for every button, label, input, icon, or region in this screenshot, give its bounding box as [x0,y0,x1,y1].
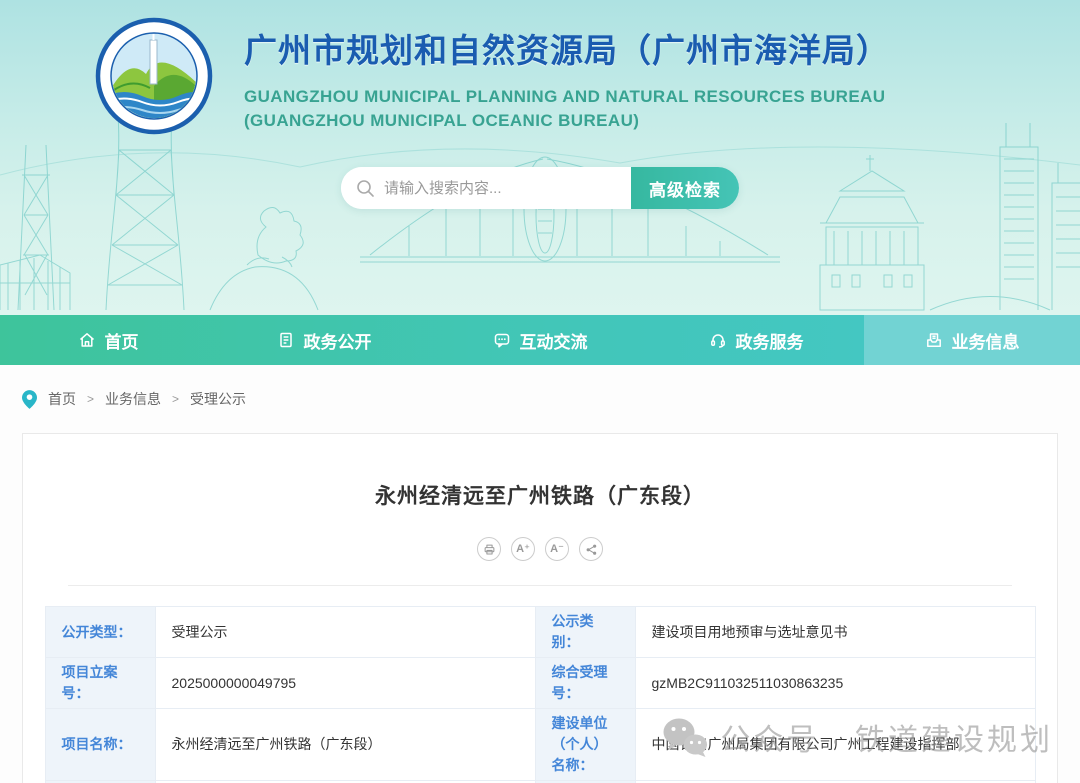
field-value: 受理公示 [155,607,535,658]
divider [68,585,1012,586]
breadcrumb-separator: > [172,392,179,406]
home-icon [78,331,96,349]
project-info-table: 公开类型： 受理公示 公示类别： 建设项目用地预审与选址意见书 项目立案号： 2… [45,606,1036,783]
nav-label: 政务服务 [736,328,804,353]
nav-label: 政务公开 [304,328,372,353]
main-nav: 首页 政务公开 互动交流 政务服务 [0,315,1080,365]
search-input-wrap [341,167,631,209]
breadcrumb-item-business-info[interactable]: 业务信息 [105,389,161,409]
nav-label: 首页 [105,328,139,353]
field-label: 项目名称： [45,709,155,781]
document-icon [277,331,295,349]
nav-item-business-info[interactable]: 业务信息 [864,315,1080,365]
nav-label: 互动交流 [520,328,588,353]
site-header: 广州市规划和自然资源局（广州市海洋局） GUANGZHOU MUNICIPAL … [0,0,1080,315]
search-bar: 高级检索 [341,167,739,209]
nav-label: 业务信息 [952,328,1020,353]
breadcrumb-item-current: 受理公示 [190,389,246,409]
field-label: 综合受理号： [535,658,635,709]
advanced-search-button[interactable]: 高级检索 [631,167,739,209]
field-label: 项目立案号： [45,658,155,709]
table-row: 项目名称： 永州经清远至广州铁路（广东段） 建设单位（个人）名称： 中国铁路广州… [45,709,1035,781]
field-label: 公示类别： [535,607,635,658]
search-icon [356,179,375,198]
article-card: 永州经清远至广州铁路（广东段） A⁺ A⁻ 公开类型： 受理公示 公示类别： 建… [22,433,1058,783]
field-value: 建设项目用地预审与选址意见书 [635,607,1035,658]
site-subtitle-en-1: GUANGZHOU MUNICIPAL PLANNING AND NATURAL… [244,87,890,107]
inbox-icon [925,331,943,349]
headset-icon [709,331,727,349]
table-row: 项目立案号： 2025000000049795 综合受理号： gzMB2C911… [45,658,1035,709]
field-value: 中国铁路广州局集团有限公司广州工程建设指挥部 [635,709,1035,781]
chat-icon [493,331,511,349]
field-label: 公开类型： [45,607,155,658]
nav-item-home[interactable]: 首页 [0,315,216,365]
field-value: gzMB2C911032511030863235 [635,658,1035,709]
city-skyline-illustration [0,105,1080,315]
field-value: 2025000000049795 [155,658,535,709]
location-pin-icon [22,390,37,409]
site-title: 广州市规划和自然资源局（广州市海洋局） [244,24,890,72]
nav-item-government-services[interactable]: 政务服务 [648,315,864,365]
search-input[interactable] [384,180,631,197]
breadcrumb: 首页 > 业务信息 > 受理公示 [0,365,1080,433]
table-row: 公开类型： 受理公示 公示类别： 建设项目用地预审与选址意见书 [45,607,1035,658]
article-toolbar: A⁺ A⁻ [23,537,1057,561]
field-label: 建设单位（个人）名称： [535,709,635,781]
font-decrease-button[interactable]: A⁻ [545,537,569,561]
printer-icon [483,543,496,556]
share-button[interactable] [579,537,603,561]
site-brand: 广州市规划和自然资源局（广州市海洋局） GUANGZHOU MUNICIPAL … [94,16,890,136]
site-subtitle-en-2: (GUANGZHOU MUNICIPAL OCEANIC BUREAU) [244,111,890,131]
nav-item-government-disclosure[interactable]: 政务公开 [216,315,432,365]
print-button[interactable] [477,537,501,561]
bureau-logo [94,16,214,136]
breadcrumb-item-home[interactable]: 首页 [48,389,76,409]
font-increase-button[interactable]: A⁺ [511,537,535,561]
breadcrumb-separator: > [87,392,94,406]
nav-item-interaction[interactable]: 互动交流 [432,315,648,365]
share-icon [585,543,598,556]
article-title: 永州经清远至广州铁路（广东段） [23,480,1057,510]
field-value: 永州经清远至广州铁路（广东段） [155,709,535,781]
